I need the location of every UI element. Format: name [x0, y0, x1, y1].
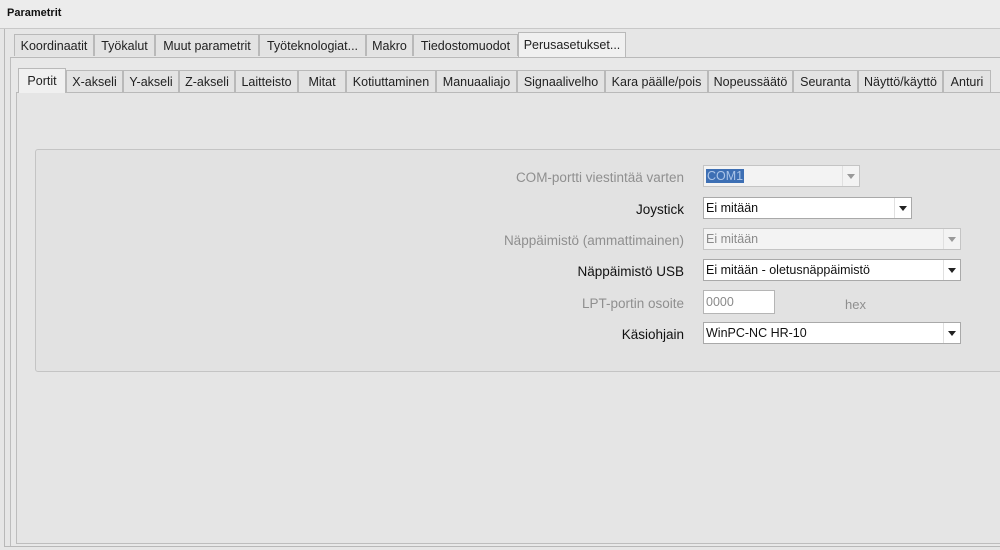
tab-label: Kotiuttaminen: [352, 75, 430, 89]
tab-label: Nopeussäätö: [713, 75, 788, 89]
com-port-value: COM1: [706, 169, 745, 183]
handwheel-label: Käsiohjain: [621, 327, 684, 342]
tab-anturi[interactable]: Anturi: [943, 70, 991, 92]
tab-naytto-kaytto[interactable]: Näyttö/käyttö: [858, 70, 943, 92]
tab-tyoteknologiat[interactable]: Työteknologiat...: [259, 34, 366, 56]
tab-label: Perusasetukset...: [523, 38, 621, 52]
keyboard-usb-select[interactable]: Ei mitään - oletusnäppäimistö: [703, 259, 961, 281]
keyboard-pro-select[interactable]: Ei mitään: [703, 228, 961, 250]
tab-tyokalut[interactable]: Työkalut: [94, 34, 155, 56]
window-title: Parametrit: [7, 7, 62, 19]
com-port-select[interactable]: COM1: [703, 165, 860, 187]
tab-makro[interactable]: Makro: [366, 34, 413, 56]
tab-label: Seuranta: [800, 75, 851, 89]
tab-label: Työkalut: [101, 39, 148, 53]
tab-label: Anturi: [950, 75, 984, 89]
tab-label: Portit: [27, 74, 57, 88]
com-port-label: COM-portti viestintää varten: [515, 170, 684, 185]
handwheel-select[interactable]: WinPC-NC HR-10: [703, 322, 961, 344]
tab-x-akseli[interactable]: X-akseli: [66, 70, 123, 92]
tab-kotiuttaminen[interactable]: Kotiuttaminen: [346, 70, 436, 92]
tab-label: Manuaaliajo: [442, 75, 511, 89]
tab-laitteisto[interactable]: Laitteisto: [235, 70, 298, 92]
keyboard-pro-label: Näppäimistö (ammattimainen): [503, 233, 684, 248]
tab-muut-parametrit[interactable]: Muut parametrit: [155, 34, 259, 56]
tab-kara-paalle-pois[interactable]: Kara päälle/pois: [605, 70, 708, 92]
joystick-value: Ei mitään: [706, 201, 759, 215]
chevron-down-icon[interactable]: [943, 323, 960, 343]
tab-perusasetukset[interactable]: Perusasetukset...: [518, 32, 626, 57]
tab-y-akseli[interactable]: Y-akseli: [123, 70, 179, 92]
keyboard-pro-value: Ei mitään: [706, 232, 759, 246]
tab-label: Laitteisto: [241, 75, 292, 89]
tab-nopeussaato[interactable]: Nopeussäätö: [708, 70, 793, 92]
title-bar: Parametrit: [0, 0, 1000, 29]
tab-signaalivelho[interactable]: Signaalivelho: [517, 70, 605, 92]
tab-label: Signaalivelho: [523, 75, 599, 89]
tab-label: Työteknologiat...: [266, 39, 359, 53]
lpt-address-input[interactable]: 0000: [703, 290, 775, 314]
tab-label: X-akseli: [72, 75, 117, 89]
lpt-unit-label: hex: [845, 297, 866, 312]
tab-label: Z-akseli: [185, 75, 229, 89]
tab-portit[interactable]: Portit: [18, 68, 66, 93]
tab-mitat[interactable]: Mitat: [298, 70, 346, 92]
tab-koordinaatit[interactable]: Koordinaatit: [14, 34, 94, 56]
tab-label: Kara päälle/pois: [611, 75, 702, 89]
joystick-select[interactable]: Ei mitään: [703, 197, 912, 219]
keyboard-usb-label: Näppäimistö USB: [577, 264, 684, 279]
tab-seuranta[interactable]: Seuranta: [793, 70, 858, 92]
tab-label: Muut parametrit: [163, 39, 251, 53]
tab-label: Mitat: [308, 75, 336, 89]
tab-label: Näyttö/käyttö: [864, 75, 937, 89]
handwheel-value: WinPC-NC HR-10: [706, 326, 807, 340]
tab-z-akseli[interactable]: Z-akseli: [179, 70, 235, 92]
tab-label: Y-akseli: [129, 75, 173, 89]
tab-label: Tiedostomuodot: [420, 39, 511, 53]
keyboard-usb-value: Ei mitään - oletusnäppäimistö: [706, 263, 870, 277]
lpt-address-label: LPT-portin osoite: [581, 296, 684, 311]
chevron-down-icon[interactable]: [842, 166, 859, 186]
chevron-down-icon[interactable]: [943, 229, 960, 249]
chevron-down-icon[interactable]: [943, 260, 960, 280]
tab-label: Koordinaatit: [20, 39, 88, 53]
tab-tiedostomuodot[interactable]: Tiedostomuodot: [413, 34, 518, 56]
joystick-label: Joystick: [635, 202, 684, 217]
chevron-down-icon[interactable]: [894, 198, 911, 218]
tab-manuaaliajo[interactable]: Manuaaliajo: [436, 70, 517, 92]
tab-label: Makro: [372, 39, 407, 53]
